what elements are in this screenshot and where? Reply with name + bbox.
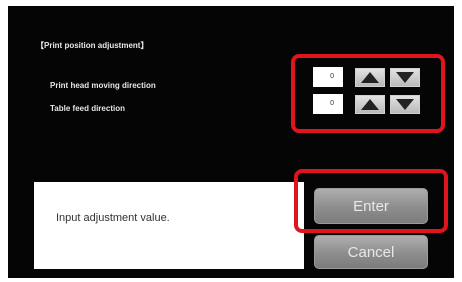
enter-button-highlight — [294, 169, 448, 233]
adjustment-screen: 【Print position adjustment】 Print head m… — [8, 6, 454, 278]
message-panel: Input adjustment value. — [34, 182, 304, 269]
message-text: Input adjustment value. — [56, 212, 170, 224]
cancel-button[interactable]: Cancel — [314, 235, 428, 269]
table-feed-direction-label: Table feed direction — [50, 104, 125, 113]
adjustment-controls-highlight — [291, 54, 445, 133]
print-head-direction-label: Print head moving direction — [50, 81, 156, 90]
screen-title: 【Print position adjustment】 — [36, 41, 149, 50]
